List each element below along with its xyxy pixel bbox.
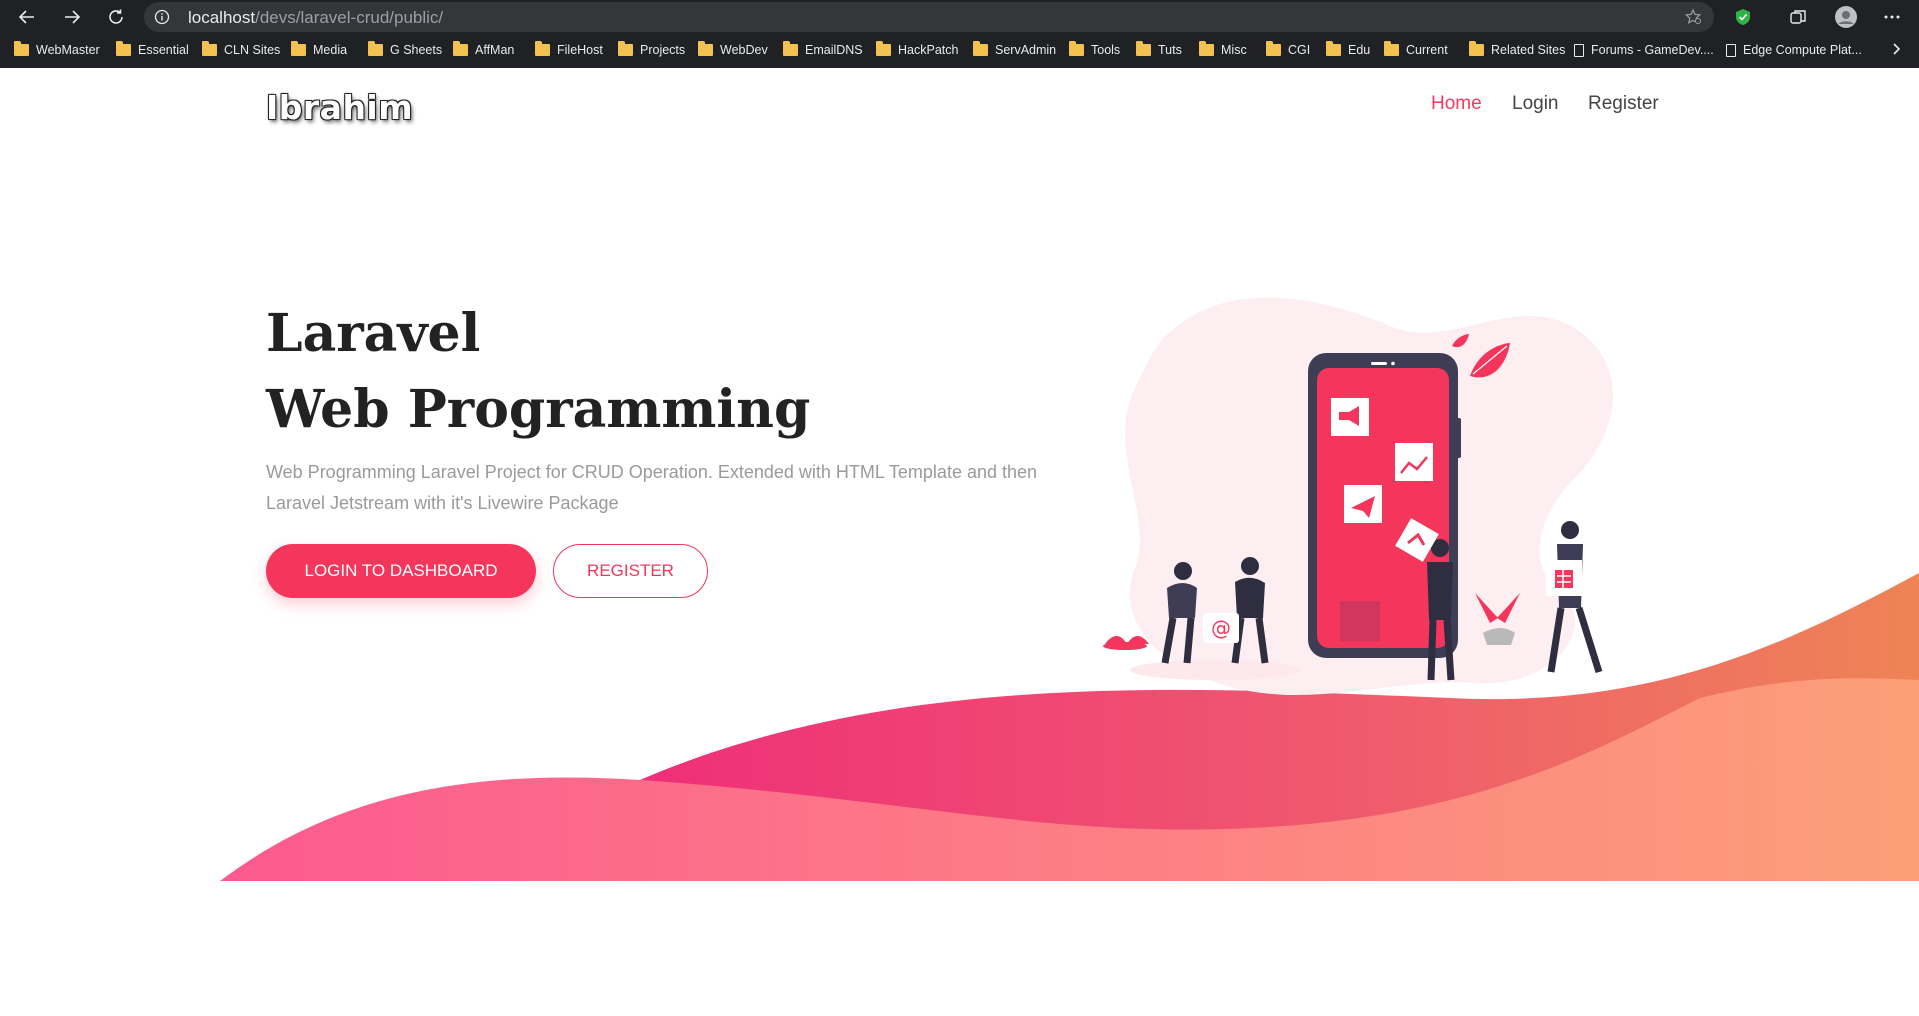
bookmark-item[interactable]: Forums - GameDev....: [1574, 38, 1714, 62]
hero-title-line-1: Laravel: [266, 303, 481, 364]
bookmark-label: Related Sites: [1491, 43, 1566, 57]
bookmark-label: G Sheets: [390, 43, 443, 57]
bookmark-item[interactable]: CGI: [1266, 38, 1310, 62]
bookmark-item[interactable]: Tuts: [1136, 38, 1182, 62]
bookmark-item[interactable]: HackPatch: [876, 38, 958, 62]
collections-button[interactable]: [1786, 5, 1810, 29]
bookmark-label: Tools: [1091, 43, 1121, 57]
bookmark-item[interactable]: Edge Compute Plat...: [1726, 38, 1862, 62]
bookmark-label: FileHost: [557, 43, 603, 57]
page-content: Ibrahim Home Login Register Laravel Web …: [0, 68, 1919, 1016]
back-button[interactable]: [15, 5, 39, 29]
bookmark-label: Projects: [640, 43, 686, 57]
folder-icon: [698, 41, 713, 56]
bookmark-label: Current: [1406, 43, 1448, 57]
hero-illustration: @: [1103, 297, 1613, 695]
brand-logo[interactable]: Ibrahim: [266, 88, 413, 127]
nav-register[interactable]: Register: [1588, 93, 1659, 115]
bookmark-item[interactable]: Edu: [1326, 38, 1370, 62]
bookmark-item[interactable]: Projects: [618, 38, 685, 62]
bookmark-label: WebDev: [720, 43, 768, 57]
folder-icon: [1136, 41, 1151, 56]
info-icon[interactable]: [154, 9, 170, 25]
folder-icon: [1469, 41, 1484, 56]
reload-icon: [109, 9, 123, 24]
folder-icon: [14, 41, 29, 56]
settings-menu-button[interactable]: [1880, 5, 1904, 29]
folder-icon: [1384, 41, 1399, 56]
shield-icon: [1736, 9, 1750, 25]
address-bar[interactable]: localhost/devs/laravel-crud/public/: [144, 2, 1714, 32]
bookmark-item[interactable]: G Sheets: [368, 38, 442, 62]
forward-arrow-icon: [65, 10, 81, 24]
folder-icon: [1199, 41, 1214, 56]
chevron-right-icon[interactable]: [1889, 42, 1903, 56]
folder-icon: [1266, 41, 1281, 56]
bookmark-item[interactable]: Misc: [1199, 38, 1247, 62]
bookmark-item[interactable]: Current: [1384, 38, 1448, 62]
hero-title-line-2: Web Programming: [266, 379, 811, 440]
bookmark-label: Edu: [1348, 43, 1371, 57]
profile-button[interactable]: [1834, 5, 1858, 29]
collections-icon: [1790, 10, 1806, 24]
bookmark-label: Essential: [138, 43, 189, 57]
hero-subtitle: Web Programming Laravel Project for CRUD…: [266, 462, 1038, 513]
bookmark-label: Media: [313, 43, 348, 57]
folder-icon: [116, 41, 131, 56]
nav-login[interactable]: Login: [1512, 93, 1559, 115]
favorite-star-icon[interactable]: [1684, 8, 1702, 26]
hero-title: Laravel Web Programming: [266, 296, 810, 448]
bookmarks-bar: WebMaster Essential CLN Sites Media G Sheets…: [0, 38, 1919, 62]
bookmark-label: Tuts: [1158, 43, 1182, 57]
bookmark-item[interactable]: AffMan: [453, 38, 514, 62]
folder-icon: [618, 41, 633, 56]
folder-icon: [453, 41, 468, 56]
folder-icon: [368, 41, 383, 56]
bookmark-label: WebMaster: [36, 43, 100, 57]
bookmark-label: AffMan: [475, 43, 515, 57]
bookmark-label: CLN Sites: [224, 43, 281, 57]
avatar-icon: [1835, 6, 1857, 28]
bookmark-label: Misc: [1221, 43, 1247, 57]
nav-home[interactable]: Home: [1431, 93, 1482, 115]
bookmark-label: Forums - GameDev....: [1591, 43, 1714, 57]
bookmark-label: Edge Compute Plat...: [1743, 43, 1862, 57]
page-icon: [1574, 43, 1584, 57]
bookmark-item[interactable]: ServAdmin: [973, 38, 1056, 62]
bookmark-item[interactable]: FileHost: [535, 38, 603, 62]
more-horizontal-icon: [1884, 15, 1900, 19]
bookmark-item[interactable]: WebMaster: [14, 38, 100, 62]
login-to-dashboard-button[interactable]: LOGIN TO DASHBOARD: [266, 544, 536, 598]
folder-icon: [876, 41, 891, 56]
folder-icon: [783, 41, 798, 56]
folder-icon: [1326, 41, 1341, 56]
back-arrow-icon: [18, 10, 34, 24]
bookmark-item[interactable]: Media: [291, 38, 347, 62]
folder-icon: [202, 41, 217, 56]
bookmark-item[interactable]: WebDev: [698, 38, 768, 62]
browser-toolbar: localhost/devs/laravel-crud/public/: [0, 0, 1919, 34]
bookmark-item[interactable]: Essential: [116, 38, 189, 62]
bookmark-label: CGI: [1288, 43, 1311, 57]
url-text[interactable]: localhost/devs/laravel-crud/public/: [188, 8, 443, 28]
reload-button[interactable]: [104, 5, 128, 29]
bookmark-item[interactable]: CLN Sites: [202, 38, 280, 62]
bookmark-label: HackPatch: [898, 43, 959, 57]
extension-shield[interactable]: [1731, 5, 1755, 29]
forward-button[interactable]: [60, 5, 84, 29]
folder-icon: [1069, 41, 1084, 56]
folder-icon: [535, 41, 550, 56]
folder-icon: [291, 41, 306, 56]
page-icon: [1726, 43, 1736, 57]
svg-text:@: @: [1211, 616, 1231, 640]
bookmark-label: ServAdmin: [995, 43, 1057, 57]
folder-icon: [973, 41, 988, 56]
bookmark-item[interactable]: Related Sites: [1469, 38, 1565, 62]
bookmark-label: EmailDNS: [805, 43, 863, 57]
browser-chrome: localhost/devs/laravel-crud/public/ WebM…: [0, 0, 1919, 68]
register-button[interactable]: REGISTER: [553, 544, 708, 598]
bookmark-item[interactable]: Tools: [1069, 38, 1120, 62]
bookmark-item[interactable]: EmailDNS: [783, 38, 863, 62]
